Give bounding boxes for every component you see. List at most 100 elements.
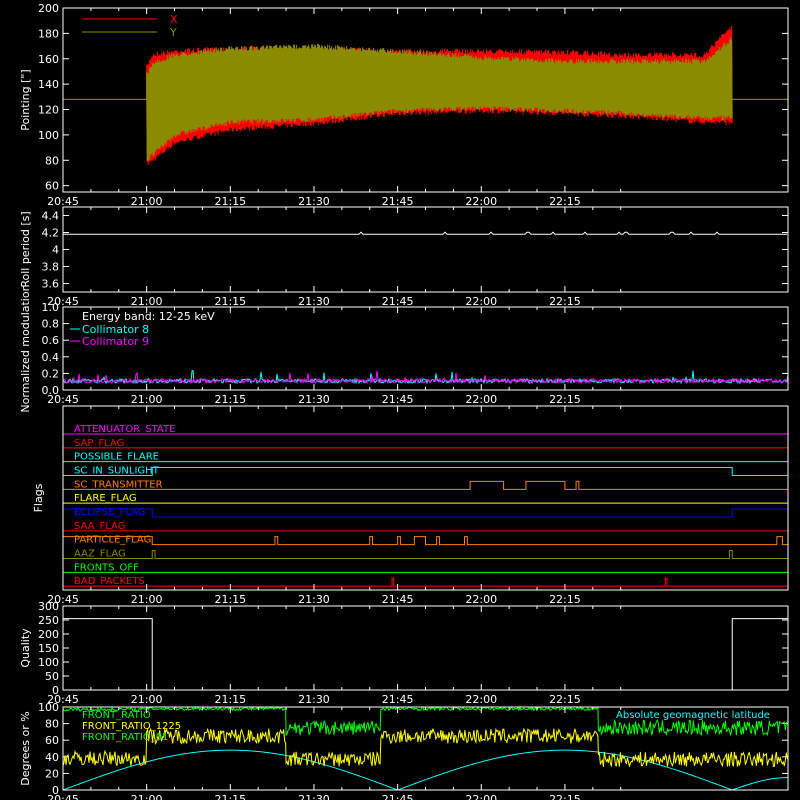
y-tick-label: 80 bbox=[45, 154, 59, 167]
y-tick-label: 80 bbox=[45, 718, 59, 731]
y-tick-label: 150 bbox=[38, 642, 59, 655]
x-tick-label: 20:45 bbox=[47, 195, 79, 208]
x-tick-label: 21:00 bbox=[131, 593, 163, 606]
x-tick-label: 21:15 bbox=[214, 793, 246, 800]
x-tick-label: 21:30 bbox=[298, 295, 330, 308]
x-tick-label: 21:15 bbox=[214, 693, 246, 706]
flag-label: ECLIPSE_FLAG bbox=[74, 507, 145, 518]
x-tick-label: 21:00 bbox=[131, 393, 163, 406]
flag-label: PARTICLE_FLAG bbox=[74, 535, 151, 546]
flag-label: FLARE_FLAG bbox=[74, 493, 137, 504]
x-tick-label: 21:45 bbox=[382, 693, 414, 706]
x-tick-label: 21:00 bbox=[131, 295, 163, 308]
x-tick-label: 22:15 bbox=[549, 195, 581, 208]
x-tick-label: 21:00 bbox=[131, 793, 163, 800]
y-tick-label: 50 bbox=[45, 670, 59, 683]
legend-front-ratio: FRONT_RATIO bbox=[82, 710, 151, 721]
flag-bad-packets bbox=[63, 577, 788, 587]
x-tick-label: 22:15 bbox=[549, 593, 581, 606]
flag-label: AAZ_FLAG bbox=[74, 549, 126, 560]
x-tick-label: 21:30 bbox=[298, 593, 330, 606]
roll-period-line bbox=[63, 231, 787, 235]
x-tick-label: 21:00 bbox=[131, 693, 163, 706]
flag-label: ATTENUATOR_STATE bbox=[74, 424, 175, 435]
legend-front-ratio-1225: FRONT_RATIO_1225 bbox=[82, 721, 181, 732]
flag-particle-flag bbox=[62, 536, 788, 546]
flag-label: SAP_FLAG bbox=[74, 438, 124, 449]
x-tick-label: 22:00 bbox=[465, 793, 497, 800]
flag-label: BAD_PACKETS bbox=[74, 576, 145, 587]
quality-ylabel: Quality bbox=[19, 628, 32, 668]
x-tick-label: 21:30 bbox=[298, 793, 330, 800]
quality-line bbox=[63, 618, 788, 691]
flag-label: POSSIBLE_FLARE bbox=[74, 452, 159, 463]
x-tick-label: 22:15 bbox=[549, 693, 581, 706]
x-tick-label: 21:45 bbox=[382, 295, 414, 308]
y-tick-label: 120 bbox=[38, 104, 59, 117]
ratios-ylabel: Degrees or % bbox=[19, 711, 32, 785]
x-tick-label: 21:15 bbox=[214, 195, 246, 208]
y-tick-label: 4.2 bbox=[42, 227, 60, 240]
y-tick-label: 100 bbox=[38, 656, 59, 669]
x-tick-label: 22:00 bbox=[465, 593, 497, 606]
legend-label: X bbox=[170, 13, 178, 26]
modulation-ylabel: Normalized modulation bbox=[19, 284, 32, 412]
quality-frame bbox=[62, 605, 789, 691]
x-tick-label: 22:00 bbox=[465, 393, 497, 406]
x-tick-label: 21:45 bbox=[382, 195, 414, 208]
x-tick-label: 22:15 bbox=[549, 295, 581, 308]
y-tick-label: 180 bbox=[38, 27, 59, 40]
x-tick-label: 21:30 bbox=[298, 393, 330, 406]
y-tick-label: 200 bbox=[38, 2, 59, 15]
roll-frame bbox=[62, 206, 789, 293]
flag-eclipse-flag bbox=[62, 508, 789, 518]
x-tick-label: 22:15 bbox=[549, 393, 581, 406]
x-tick-label: 20:45 bbox=[47, 793, 79, 800]
legend-label: Y bbox=[169, 26, 177, 39]
x-tick-label: 22:15 bbox=[549, 793, 581, 800]
y-tick-label: 60 bbox=[45, 180, 59, 193]
flags-ylabel: Flags bbox=[32, 483, 45, 512]
flag-label: FRONTS_OFF bbox=[74, 562, 139, 573]
flag-label: SAA_FLAG bbox=[74, 521, 125, 532]
pointing-ylabel: Pointing ["] bbox=[19, 69, 32, 130]
series-front-ratio-1225 bbox=[62, 727, 788, 768]
y-tick-label: 0.4 bbox=[42, 351, 60, 364]
y-tick-label: 4 bbox=[52, 244, 59, 257]
y-tick-label: 0.8 bbox=[42, 318, 60, 331]
y-tick-label: 140 bbox=[38, 78, 59, 91]
x-tick-label: 21:00 bbox=[131, 195, 163, 208]
y-tick-label: 200 bbox=[38, 628, 59, 641]
y-tick-label: 0.2 bbox=[42, 367, 60, 380]
y-tick-label: 40 bbox=[45, 751, 59, 764]
x-tick-label: 22:00 bbox=[465, 295, 497, 308]
x-tick-label: 21:45 bbox=[382, 393, 414, 406]
y-tick-label: 160 bbox=[38, 53, 59, 66]
y-tick-label: 100 bbox=[38, 701, 59, 714]
flag-aaz-flag bbox=[63, 550, 788, 559]
x-tick-label: 22:00 bbox=[465, 195, 497, 208]
flag-sc-in-sunlight bbox=[63, 467, 788, 476]
y-tick-label: 100 bbox=[38, 129, 59, 142]
flag-sc-transmitter bbox=[63, 480, 788, 490]
series-collimator-9 bbox=[62, 370, 789, 385]
x-tick-label: 21:15 bbox=[214, 593, 246, 606]
y-tick-label: 3.6 bbox=[42, 278, 60, 291]
x-tick-label: 22:00 bbox=[465, 693, 497, 706]
flag-label: SC_IN_SUNLIGHT bbox=[74, 466, 160, 477]
roll-ylabel: Roll period [s] bbox=[19, 211, 32, 287]
y-tick-label: 0.6 bbox=[42, 334, 60, 347]
x-tick-label: 21:45 bbox=[382, 593, 414, 606]
flag-label: SC_TRANSMITTER bbox=[74, 479, 163, 490]
legend-label: Collimator 9 bbox=[82, 335, 149, 348]
y-tick-label: 300 bbox=[38, 600, 59, 613]
y-tick-label: 250 bbox=[38, 614, 59, 627]
x-tick-label: 21:15 bbox=[214, 295, 246, 308]
y-tick-label: 3.8 bbox=[42, 261, 60, 274]
rhessi-quicklook-chart: 60 80 100 120 140 160 180 200 Pointing ["] XY 20:4… bbox=[19, 2, 789, 800]
legend-geomagnetic-latitude: Absolute geomagnetic latitude bbox=[616, 710, 770, 721]
x-tick-label: 20:45 bbox=[47, 393, 79, 406]
x-tick-label: 21:30 bbox=[298, 195, 330, 208]
x-tick-label: 21:15 bbox=[214, 393, 246, 406]
y-tick-label: 4.4 bbox=[42, 210, 60, 223]
